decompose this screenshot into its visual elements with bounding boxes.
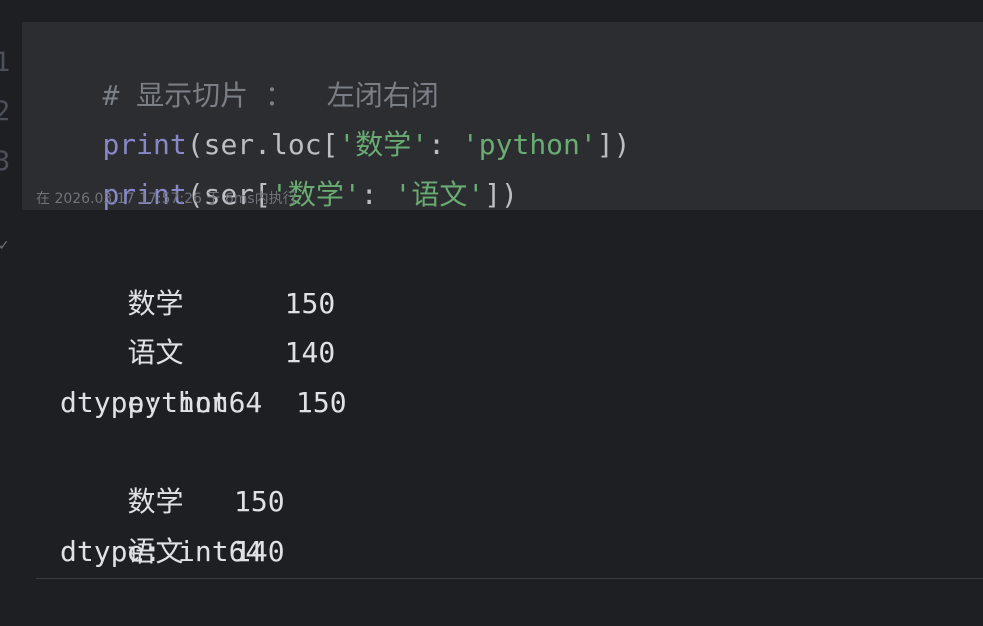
output-row: 数学 150 [60, 427, 347, 518]
series-index-label: 数学 [127, 286, 184, 320]
line-number: 3 [0, 146, 11, 177]
slice-colon: : [360, 178, 395, 211]
series-index-label: 数学 [127, 484, 184, 518]
string-literal: '语文' [394, 178, 485, 211]
code-cell-editor[interactable]: # 显示切片 ： 左闭右闭 print(ser.loc['数学': 'pytho… [22, 22, 983, 211]
cell-divider [36, 578, 983, 579]
line-number: 1 [0, 47, 11, 78]
code-close: ]) [596, 128, 631, 161]
series-value: 150 [284, 286, 336, 320]
code-close: ]) [484, 178, 518, 211]
series-index-label: 语文 [127, 336, 184, 370]
column-gap [183, 287, 284, 320]
cell-output: 数学 150 语文 140 python 150 dtype: int64 数学… [60, 229, 347, 576]
output-collapse-icon[interactable]: ✓ [0, 238, 10, 254]
column-gap [183, 485, 234, 518]
line-number-gutter: 1 2 3 [0, 22, 22, 210]
series-value: 150 [234, 484, 285, 518]
output-row: 数学 150 [60, 229, 347, 320]
dtype-line: dtype: int64 [60, 534, 263, 568]
column-gap [183, 336, 284, 369]
execution-time-info: 在 2026.03.17 17:57:26 于 6ms内执行 [36, 191, 297, 207]
series-value: 140 [284, 336, 336, 370]
series-value: 150 [296, 385, 347, 419]
line-number: 2 [0, 96, 11, 127]
